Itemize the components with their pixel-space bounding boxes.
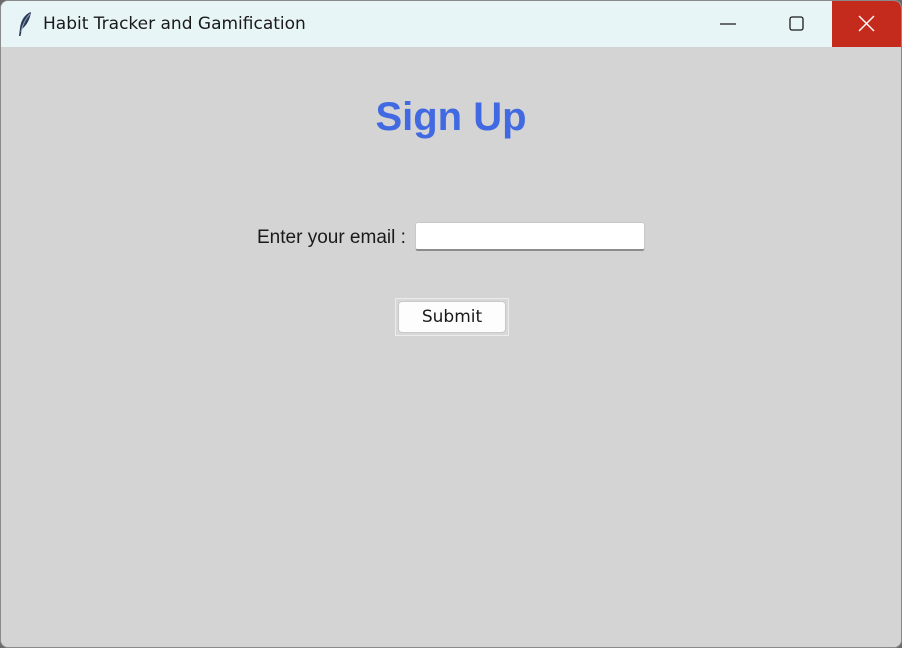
feather-icon	[15, 10, 35, 38]
page-title: Sign Up	[375, 95, 527, 139]
window-title: Habit Tracker and Gamification	[43, 14, 306, 34]
submit-button-frame: Submit	[395, 298, 509, 336]
minimize-button[interactable]	[694, 1, 762, 47]
title-bar[interactable]: Habit Tracker and Gamification	[1, 1, 901, 47]
email-field[interactable]	[415, 222, 645, 251]
maximize-icon	[789, 16, 804, 31]
email-label: Enter your email :	[257, 227, 406, 248]
close-icon	[858, 15, 875, 32]
maximize-button[interactable]	[763, 1, 831, 47]
app-window: Habit Tracker and Gamification Sign Up E…	[0, 0, 902, 648]
close-button[interactable]	[832, 1, 901, 47]
submit-button[interactable]: Submit	[398, 301, 506, 333]
signup-panel: Sign Up Enter your email : Submit	[1, 47, 901, 647]
minimize-icon	[720, 23, 736, 25]
